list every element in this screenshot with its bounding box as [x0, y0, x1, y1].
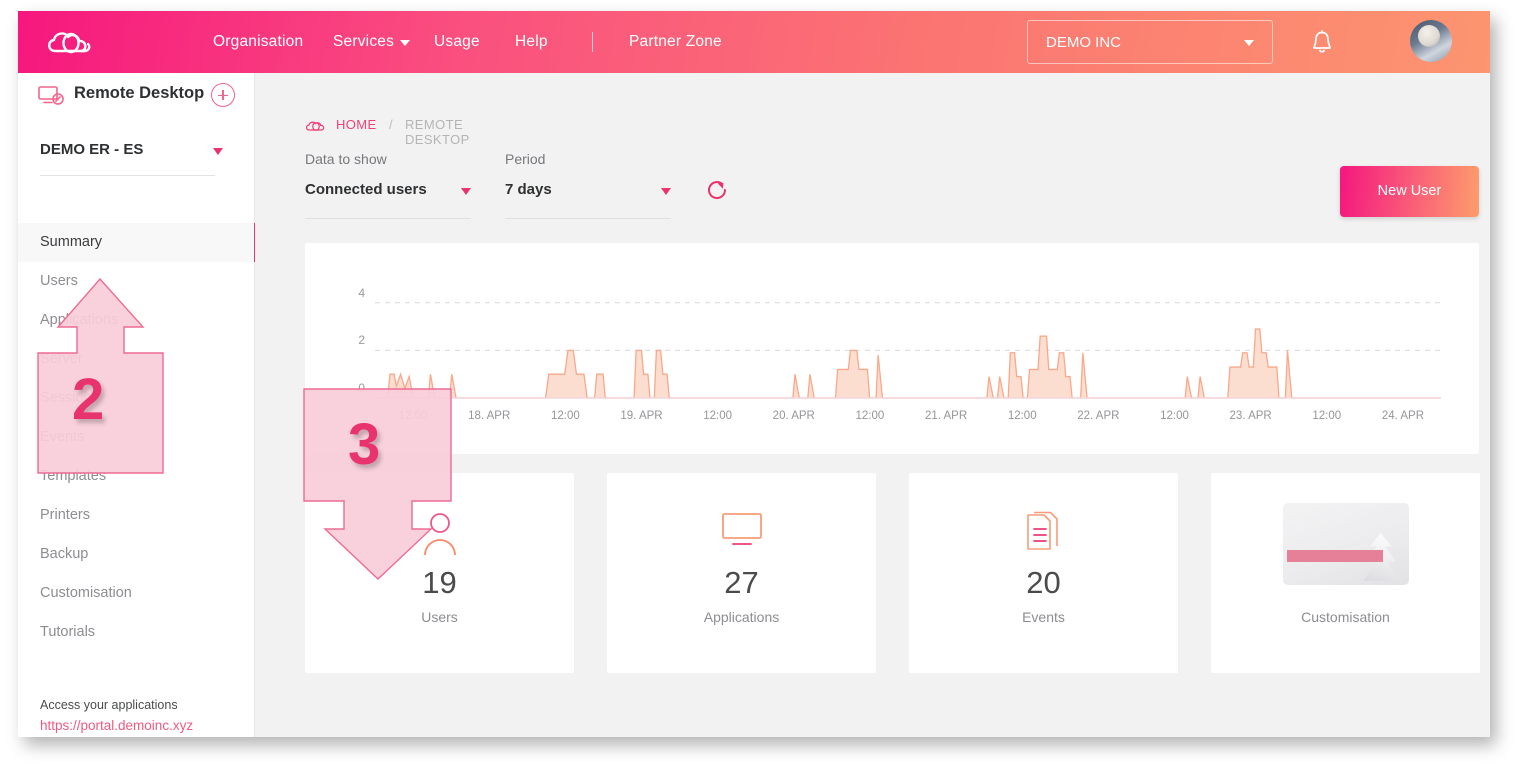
- chart-line: [375, 328, 1441, 399]
- stat-label-applications: Applications: [703, 609, 780, 625]
- chart-x-tick: 12:00: [703, 410, 733, 422]
- stat-label-customisation: Customisation: [1301, 609, 1390, 625]
- chart-x-tick: 18. APR: [468, 410, 511, 422]
- sidebar-organisation-value: DEMO ER - ES: [40, 141, 144, 158]
- chart-x-tick: 12:00: [1160, 410, 1189, 422]
- sidebar-item-sessions[interactable]: Sessions: [18, 379, 255, 418]
- main-content: HOME / REMOTE DESKTOP Data to show Conne…: [255, 73, 1490, 737]
- data-to-show-value: Connected users: [305, 181, 427, 198]
- remote-desktop-icon: [38, 86, 64, 105]
- stat-card-applications[interactable]: 27 Applications: [607, 473, 876, 673]
- sidebar: Remote Desktop DEMO ER - ES Summary User…: [18, 73, 256, 737]
- chart-x-tick: 12:00: [550, 410, 580, 422]
- chart-x-tick: 12:00: [1312, 410, 1342, 422]
- sidebar-item-users[interactable]: Users: [18, 262, 255, 301]
- stat-card-events[interactable]: 20 Events: [909, 473, 1178, 673]
- connected-users-chart: 0 2 4 12:00 18. APR 12:00 19. APR 12:00 20. APR 1…: [305, 243, 1479, 454]
- sidebar-header: Remote Desktop: [18, 73, 255, 127]
- callout-digit-2: 2: [72, 367, 105, 432]
- data-to-show-select[interactable]: Connected users: [305, 181, 471, 219]
- nav-item-help[interactable]: Help: [515, 33, 548, 51]
- cloud-icon: [305, 121, 325, 131]
- stat-card-customisation[interactable]: Customisation: [1211, 473, 1480, 673]
- breadcrumb-separator: /: [389, 117, 393, 132]
- app-window: Organisation Services Usage Help Partner…: [18, 11, 1490, 737]
- sidebar-item-server[interactable]: Server: [18, 340, 255, 379]
- top-navigation-bar: Organisation Services Usage Help Partner…: [18, 11, 1490, 73]
- period-select[interactable]: 7 days: [505, 181, 671, 219]
- period-value: 7 days: [505, 181, 552, 198]
- stat-card-users[interactable]: 19 Users: [305, 473, 574, 673]
- tutorials-caption: Access your applications: [40, 698, 178, 712]
- refresh-icon[interactable]: [705, 178, 729, 202]
- sidebar-title: Remote Desktop: [74, 84, 205, 102]
- cloud-logo-icon[interactable]: [45, 27, 101, 59]
- stat-label-events: Events: [1022, 609, 1065, 625]
- chart-y-tick: 2: [358, 333, 365, 348]
- nav-item-services[interactable]: Services: [333, 33, 394, 51]
- chart-x-tick: 12:00: [855, 410, 885, 422]
- document-icon: [1026, 511, 1058, 550]
- chart-x-tick: 22. APR: [1077, 410, 1120, 422]
- sidebar-item-backup[interactable]: Backup: [18, 535, 255, 574]
- tutorial-link-portal[interactable]: https://portal.demoinc.xyz: [40, 718, 193, 733]
- image-thumbnail-icon: [1282, 503, 1409, 585]
- chart-area: [375, 328, 1441, 398]
- chevron-down-icon: [661, 188, 671, 195]
- sidebar-item-printers[interactable]: Printers: [18, 496, 255, 535]
- chart-y-tick: 0: [358, 381, 365, 395]
- organisation-selector-value: DEMO INC: [1046, 34, 1121, 51]
- sidebar-item-events[interactable]: Events: [18, 418, 255, 457]
- nav-item-partner-zone[interactable]: Partner Zone: [629, 33, 722, 51]
- notification-bell-icon[interactable]: [1310, 30, 1334, 56]
- stat-value-users: 19: [422, 565, 457, 600]
- sidebar-item-tutorials[interactable]: Tutorials: [18, 613, 255, 652]
- add-remote-desktop-button[interactable]: [211, 83, 235, 107]
- callout-digit-3: 3: [348, 412, 381, 477]
- sidebar-organisation-picker[interactable]: DEMO ER - ES: [18, 135, 255, 201]
- sidebar-item-templates[interactable]: Templates: [18, 457, 255, 496]
- monitor-icon: [721, 513, 762, 545]
- chart-x-tick: 23. APR: [1229, 410, 1272, 422]
- divider: [40, 175, 215, 176]
- breadcrumb-current: REMOTE DESKTOP: [405, 117, 470, 147]
- breadcrumb-home[interactable]: HOME: [336, 117, 377, 132]
- chart-x-tick: 12:00: [398, 410, 428, 422]
- avatar[interactable]: [1410, 20, 1452, 62]
- stat-value-events: 20: [1026, 565, 1061, 600]
- chart-plot: [375, 302, 1441, 399]
- data-to-show-label: Data to show: [305, 151, 387, 167]
- chart-x-tick: 24. APR: [1381, 410, 1425, 422]
- nav-divider: [592, 32, 593, 52]
- period-label: Period: [505, 151, 546, 167]
- nav-item-organisation[interactable]: Organisation: [213, 33, 303, 51]
- organisation-selector[interactable]: DEMO INC: [1027, 20, 1273, 64]
- sidebar-item-applications[interactable]: Applications: [18, 301, 255, 340]
- stat-label-users: Users: [421, 609, 458, 625]
- user-icon: [423, 513, 456, 556]
- chevron-down-icon: [1244, 40, 1254, 46]
- sidebar-menu: Summary Users Applications Server Sessio…: [18, 223, 256, 652]
- chart-y-tick: 4: [358, 285, 365, 300]
- chevron-down-icon[interactable]: [400, 40, 410, 46]
- sidebar-item-summary[interactable]: Summary: [18, 223, 256, 262]
- chart-x-tick: 20. APR: [772, 410, 815, 422]
- sidebar-item-customisation[interactable]: Customisation: [18, 574, 255, 613]
- chart-x-tick: 21. APR: [924, 410, 968, 422]
- nav-item-usage[interactable]: Usage: [434, 33, 480, 51]
- chart-x-tick: 19. APR: [620, 410, 663, 422]
- decorative-bar: [1286, 550, 1383, 562]
- stat-value-applications: 27: [724, 565, 759, 600]
- new-user-button[interactable]: New User: [1340, 166, 1479, 217]
- chevron-down-icon: [461, 188, 471, 195]
- chart-x-tick: 12:00: [1007, 410, 1037, 422]
- chevron-down-icon: [213, 148, 223, 155]
